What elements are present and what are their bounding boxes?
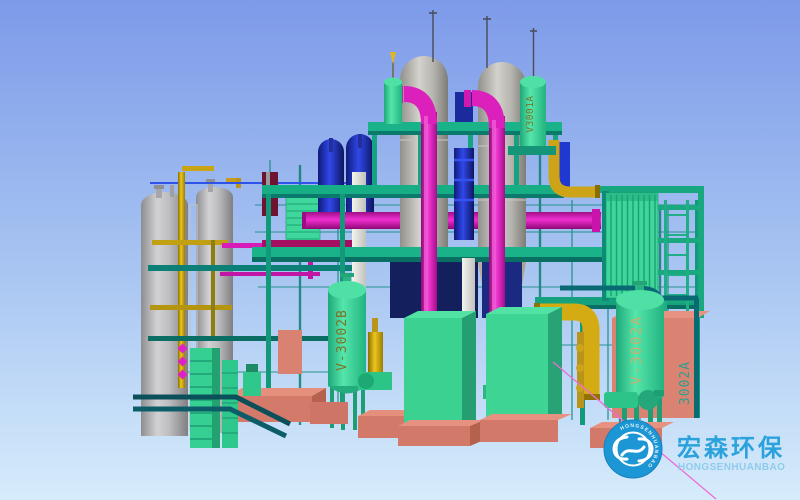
box-tank-1 — [404, 318, 462, 426]
label-vessel-right: V-3002A — [629, 315, 645, 385]
label-foundation-right: 3002A — [678, 361, 693, 405]
logo-name-en: HONGSENHUANBAO — [678, 462, 785, 473]
magenta-header-pipe — [302, 209, 601, 232]
plant-3d-canvas: V-3002B V-3002A 3002A V3001A HONGSENHUAN… — [0, 0, 800, 500]
magenta-valves — [178, 344, 188, 380]
logo-name-cn: 宏森环保 — [677, 434, 785, 462]
label-drum-top-right: V3001A — [525, 95, 536, 132]
box-tank-2 — [486, 314, 548, 424]
small-pump-left — [243, 372, 261, 396]
plant-3d-render: V-3002B V-3002A 3002A V3001A HONGSENHUAN… — [0, 0, 800, 500]
label-vessel-left: V-3002B — [335, 309, 350, 371]
